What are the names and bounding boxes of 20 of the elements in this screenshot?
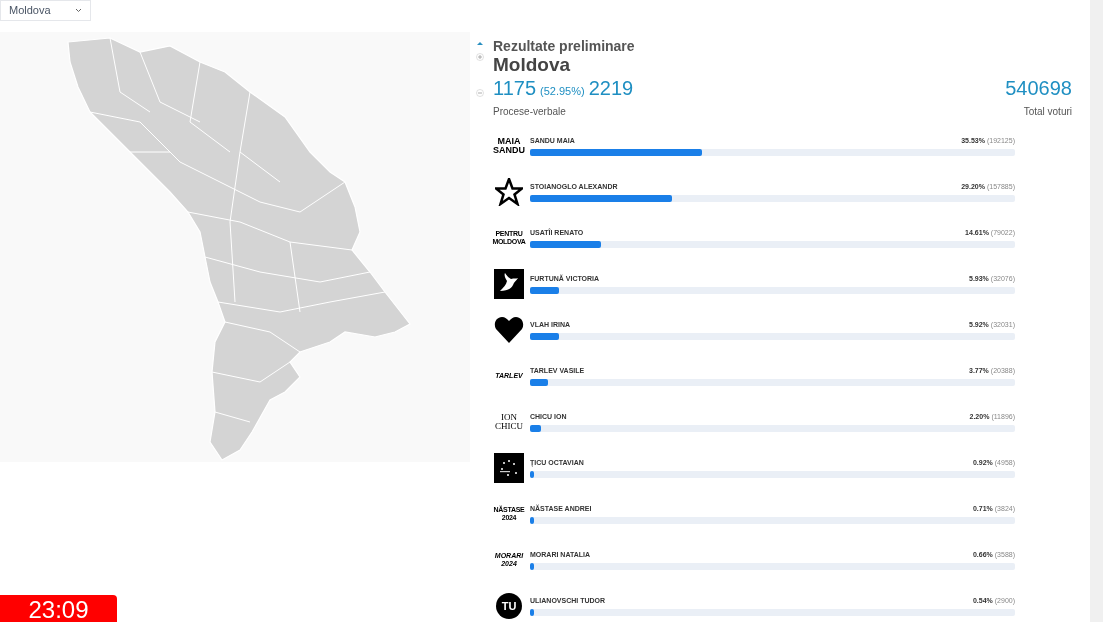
total-votes: 540698 xyxy=(1005,76,1072,100)
home-icon[interactable] xyxy=(476,40,484,48)
region-name: Moldova xyxy=(493,54,572,76)
stars-logo-icon xyxy=(494,453,524,483)
total-reports: 2219 xyxy=(588,76,634,100)
star-icon xyxy=(495,178,523,206)
logo-text: MAIA SANDU xyxy=(493,137,525,155)
zoom-in-icon[interactable] xyxy=(476,53,484,61)
logo-text: ION CHICU xyxy=(494,413,524,431)
counted-reports: 1175 xyxy=(493,76,536,100)
counted-share: (52.95%) xyxy=(540,84,585,99)
zoom-out-icon[interactable] xyxy=(476,89,484,97)
heart-icon xyxy=(494,316,524,344)
panel-title: Rezultate preliminare xyxy=(493,38,635,54)
reports-label: Procese-verbale xyxy=(493,105,566,119)
dove-icon xyxy=(494,269,524,299)
clock-badge: 23:09 xyxy=(0,595,117,622)
chevron-down-icon xyxy=(75,8,82,13)
region-select[interactable]: Moldova xyxy=(0,0,91,21)
votes-label: Total voturi xyxy=(1023,105,1072,119)
